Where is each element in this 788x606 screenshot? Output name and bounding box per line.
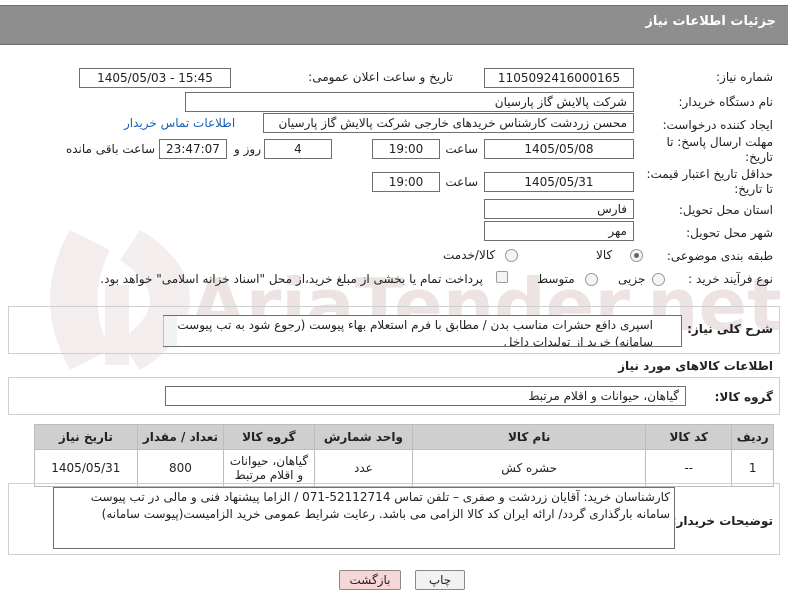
description-scrollbar[interactable] <box>163 316 177 346</box>
cell-row-number: 1 <box>731 449 774 487</box>
validity-time-field[interactable]: 19:00 <box>372 172 440 192</box>
col-unit: واحد شمارش <box>313 424 414 450</box>
goods-group-label: گروه کالا: <box>714 390 773 404</box>
goods-info-title: اطلاعات کالاهای مورد نیاز <box>618 359 773 373</box>
col-quantity: تعداد / مقدار <box>136 424 225 450</box>
payment-note: پرداخت تمام یا بخشی از مبلغ خرید،از محل … <box>100 272 483 286</box>
col-row-number: ردیف <box>731 424 774 450</box>
items-table: ردیف کد کالا نام کالا واحد شمارش گروه کا… <box>34 424 774 487</box>
table-header-row: ردیف کد کالا نام کالا واحد شمارش گروه کا… <box>34 424 774 450</box>
province-field[interactable]: فارس <box>484 199 634 219</box>
description-text: اسپری دافع حشرات مناسب بدن / مطابق با فر… <box>177 318 653 347</box>
province-label: استان محل تحویل: <box>678 203 773 217</box>
city-label: شهر محل تحویل: <box>686 226 773 240</box>
remaining-label: ساعت باقی مانده <box>65 142 155 156</box>
deadline-time-label: ساعت <box>445 142 478 156</box>
buyer-org-field[interactable]: شرکت پالایش گاز پارسیان <box>185 92 634 112</box>
process-minor-radio[interactable] <box>652 273 665 286</box>
deadline-label: مهلت ارسال پاسخ: تا تاریخ: <box>666 135 773 164</box>
cell-item-code: -- <box>645 449 733 487</box>
col-group: گروه کالا <box>223 424 315 450</box>
validity-date-field[interactable]: 1405/05/31 <box>484 172 634 192</box>
buyer-notes-text: کارشناسان خرید: آقایان زردشت و صفری – تل… <box>90 490 670 521</box>
table-row[interactable]: 1 -- حشره کش عدد گیاهان، حیوانات و اقلام… <box>34 449 774 487</box>
deadline-time-field[interactable]: 19:00 <box>372 139 440 159</box>
city-field[interactable]: مهر <box>484 221 634 241</box>
category-goods-radio[interactable] <box>630 249 643 262</box>
need-number-label: شماره نیاز: <box>716 70 773 84</box>
buyer-notes-textarea[interactable]: کارشناسان خرید: آقایان زردشت و صفری – تل… <box>53 487 675 549</box>
process-medium-label: متوسط <box>537 272 575 286</box>
announce-field[interactable]: 1405/05/03 - 15:45 <box>79 68 231 88</box>
description-textarea[interactable]: اسپری دافع حشرات مناسب بدن / مطابق با فر… <box>163 315 682 347</box>
validity-time-label: ساعت <box>445 175 478 189</box>
buyer-notes-label: توضیحات خریدار: <box>671 514 773 528</box>
description-label: شرح کلی نیاز: <box>687 322 773 336</box>
cell-quantity: 800 <box>136 449 225 487</box>
goods-group-field[interactable]: گیاهان، حیوانات و اقلام مرتبط <box>165 386 686 406</box>
cell-item-name: حشره کش <box>412 449 647 487</box>
col-need-date: تاریخ نیاز <box>34 424 138 450</box>
category-goods-label: کالا <box>596 248 613 262</box>
process-medium-radio[interactable] <box>585 273 598 286</box>
creator-field[interactable]: محسن زردشت کارشناس خریدهای خارجی شرکت پا… <box>263 113 634 133</box>
process-label: نوع فرآیند خرید : <box>688 272 773 286</box>
back-button[interactable]: بازگشت <box>339 570 401 590</box>
cell-unit: عدد <box>313 449 414 487</box>
buyer-org-label: نام دستگاه خریدار: <box>678 95 774 109</box>
deadline-date-field[interactable]: 1405/05/08 <box>484 139 634 159</box>
days-label: روز و <box>234 142 261 156</box>
category-label: طبقه بندی موضوعی: <box>666 249 773 263</box>
col-item-code: کد کالا <box>645 424 733 450</box>
validity-label: حداقل تاریخ اعتبار قیمت: تا تاریخ: <box>646 167 773 196</box>
process-minor-label: جزیی <box>618 272 646 286</box>
need-number-field[interactable]: 1105092416000165 <box>484 68 634 88</box>
time-remaining-field[interactable]: 23:47:07 <box>159 139 227 159</box>
print-button[interactable]: چاپ <box>415 570 465 590</box>
announce-label: تاریخ و ساعت اعلان عمومی: <box>308 70 453 84</box>
creator-label: ایجاد کننده درخواست: <box>662 118 773 132</box>
col-item-name: نام کالا <box>412 424 647 450</box>
category-service-label: کالا/خدمت <box>443 248 496 262</box>
days-remaining-field[interactable]: 4 <box>264 139 332 159</box>
cell-group: گیاهان، حیوانات و اقلام مرتبط <box>223 449 315 487</box>
cell-need-date: 1405/05/31 <box>34 449 138 487</box>
contact-info-link[interactable]: اطلاعات تماس خریدار <box>124 116 235 130</box>
category-service-radio[interactable] <box>505 249 518 262</box>
page-title: جزئیات اطلاعات نیاز <box>645 14 776 29</box>
payment-checkbox[interactable] <box>496 271 508 283</box>
